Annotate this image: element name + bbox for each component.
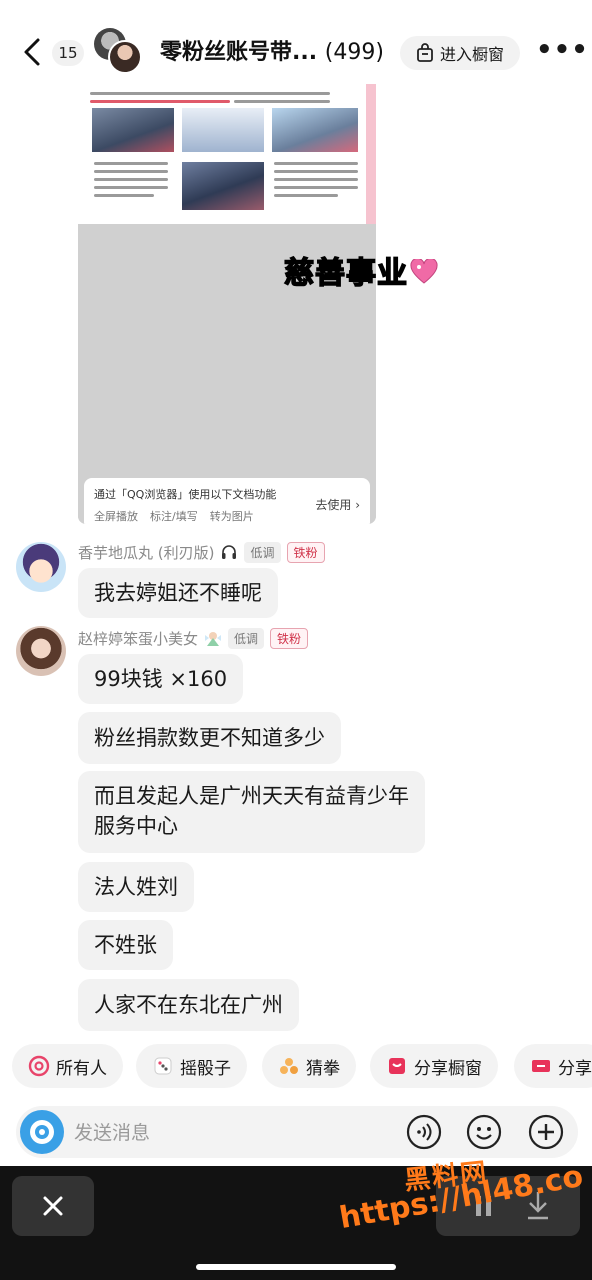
- more-options-icon[interactable]: •••: [536, 37, 588, 68]
- sender-name: 香芋地瓜丸 (利刃版): [78, 543, 215, 562]
- message-text: 人家不在东北在广州: [94, 993, 283, 1017]
- sender-name: 赵梓婷笨蛋小美女: [78, 629, 199, 648]
- member-count: (499): [324, 40, 382, 65]
- message-bubble[interactable]: 不姓张: [78, 920, 173, 970]
- at-sign-icon: [28, 1055, 50, 1077]
- qq-browser-prompt[interactable]: 通过「QQ浏览器」使用以下文档功能 全屏播放 标注/填写 转为图片 去使用 ›: [84, 478, 370, 524]
- doc-text-line: [274, 170, 358, 173]
- doc-side-decoration: [366, 84, 376, 224]
- qq-prompt-actions: 全屏播放 标注/填写 转为图片: [94, 508, 254, 524]
- group-title[interactable]: 零粉丝账号带... (499): [160, 38, 382, 68]
- group-name: 零粉丝账号带...: [160, 40, 318, 65]
- rock-paper-scissors-chip[interactable]: 猜拳: [262, 1044, 356, 1088]
- charity-sticker-text: 慈善事业: [283, 248, 438, 292]
- message-input-bar: 发送消息: [16, 1106, 578, 1158]
- fullscreen-action[interactable]: 全屏播放: [94, 508, 138, 524]
- mention-all-chip[interactable]: 所有人: [12, 1044, 123, 1088]
- document-preview: [78, 84, 376, 224]
- sender-row: 香芋地瓜丸 (利刃版) 低调 铁粉: [78, 540, 325, 564]
- doc-text-line: [274, 186, 358, 189]
- shared-document-image[interactable]: 通过「QQ浏览器」使用以下文档功能 全屏播放 标注/填写 转为图片 去使用 ›: [78, 84, 376, 524]
- hand-gesture-icon: [280, 1058, 298, 1074]
- message-text: 粉丝捐款数更不知道多少: [94, 726, 325, 750]
- doc-text-line: [90, 92, 330, 95]
- home-indicator: [196, 1264, 396, 1270]
- member-avatar-2: [108, 40, 142, 74]
- doc-text-line: [90, 100, 230, 103]
- chip-label: 摇骰子: [180, 1058, 231, 1079]
- doc-text-line: [94, 162, 168, 165]
- ticket-icon: [532, 1060, 550, 1072]
- avatar[interactable]: [16, 542, 66, 592]
- enter-shop-button[interactable]: 进入橱窗: [400, 36, 520, 70]
- annotate-action[interactable]: 标注/填写: [150, 508, 198, 524]
- message-bubble[interactable]: 而且发起人是广州天天有益青少年 服务中心: [78, 771, 425, 853]
- headphone-icon: [222, 545, 237, 559]
- message-bubble[interactable]: 99块钱 ×160: [78, 654, 244, 704]
- message-text: 99块钱 ×160: [94, 667, 228, 691]
- doc-photo: [182, 162, 264, 210]
- message-text: 不姓张: [94, 933, 157, 957]
- camera-lens-icon: [30, 1120, 54, 1144]
- level-badge: 低调: [244, 541, 281, 563]
- to-image-action[interactable]: 转为图片: [210, 508, 254, 524]
- doc-text-line: [274, 194, 338, 197]
- doc-text-line: [274, 162, 358, 165]
- share-shop-chip[interactable]: 分享橱窗: [370, 1044, 498, 1088]
- qq-prompt-title: 通过「QQ浏览器」使用以下文档功能: [94, 488, 277, 501]
- doc-text-line: [94, 170, 168, 173]
- message-bubble[interactable]: 我去婷姐还不睡呢: [78, 568, 278, 618]
- emoji-icon[interactable]: [466, 1114, 502, 1150]
- doc-photo: [272, 108, 358, 152]
- message-bubble[interactable]: 人家不在东北在广州: [78, 979, 299, 1031]
- qq-use-link[interactable]: 去使用 ›: [315, 496, 360, 513]
- doc-text-line: [274, 178, 358, 181]
- message-text-line: 而且发起人是广州天天有益青少年: [94, 784, 409, 808]
- chip-label: 所有人: [56, 1058, 107, 1079]
- doc-text-line: [94, 178, 168, 181]
- doc-text-line: [94, 194, 154, 197]
- doc-text-line: [234, 100, 330, 103]
- dice-chip[interactable]: 摇骰子: [136, 1044, 247, 1088]
- level-badge: 低调: [228, 627, 265, 649]
- sticker-label: 慈善事业: [283, 255, 408, 292]
- doc-photo: [182, 108, 264, 152]
- back-arrow-icon[interactable]: [18, 36, 48, 68]
- close-icon: [43, 1196, 63, 1216]
- message-input[interactable]: 发送消息: [74, 1118, 150, 1145]
- doc-photo: [92, 108, 174, 152]
- dice-icon: [154, 1057, 172, 1075]
- chip-label: 分享: [558, 1058, 592, 1079]
- fan-badge: 铁粉: [270, 627, 309, 649]
- message-text: 法人姓刘: [94, 875, 178, 899]
- sender-row: 赵梓婷笨蛋小美女 低调 铁粉: [78, 626, 309, 650]
- message-text: 我去婷姐还不睡呢: [94, 581, 262, 605]
- shop-bag-icon: [389, 1058, 405, 1074]
- message-text-line: 服务中心: [94, 814, 178, 838]
- fan-badge: 铁粉: [286, 541, 325, 563]
- chip-label: 猜拳: [306, 1058, 340, 1079]
- chip-label: 分享橱窗: [414, 1058, 482, 1079]
- sparkling-heart-icon: [410, 259, 438, 284]
- fairy-emoji-icon: [205, 632, 222, 646]
- avatar[interactable]: [16, 626, 66, 676]
- share-chip[interactable]: 分享: [514, 1044, 592, 1088]
- enter-shop-label: 进入橱窗: [439, 45, 504, 64]
- quick-action-bar: 所有人 摇骰子 猜拳 分享橱窗 分享: [0, 1044, 592, 1090]
- group-avatar[interactable]: [94, 28, 146, 78]
- plus-icon[interactable]: [528, 1114, 564, 1150]
- message-bubble[interactable]: 法人姓刘: [78, 862, 194, 912]
- message-bubble[interactable]: 粉丝捐款数更不知道多少: [78, 712, 341, 764]
- doc-text-line: [94, 186, 168, 189]
- chat-header: 15 零粉丝账号带... (499) 进入橱窗 •••: [0, 0, 592, 84]
- shopping-bag-icon: [417, 43, 433, 62]
- voice-icon[interactable]: [406, 1114, 442, 1150]
- app-logo-icon[interactable]: [20, 1110, 64, 1154]
- close-button[interactable]: [12, 1176, 94, 1236]
- unread-count-badge: 15: [52, 40, 84, 66]
